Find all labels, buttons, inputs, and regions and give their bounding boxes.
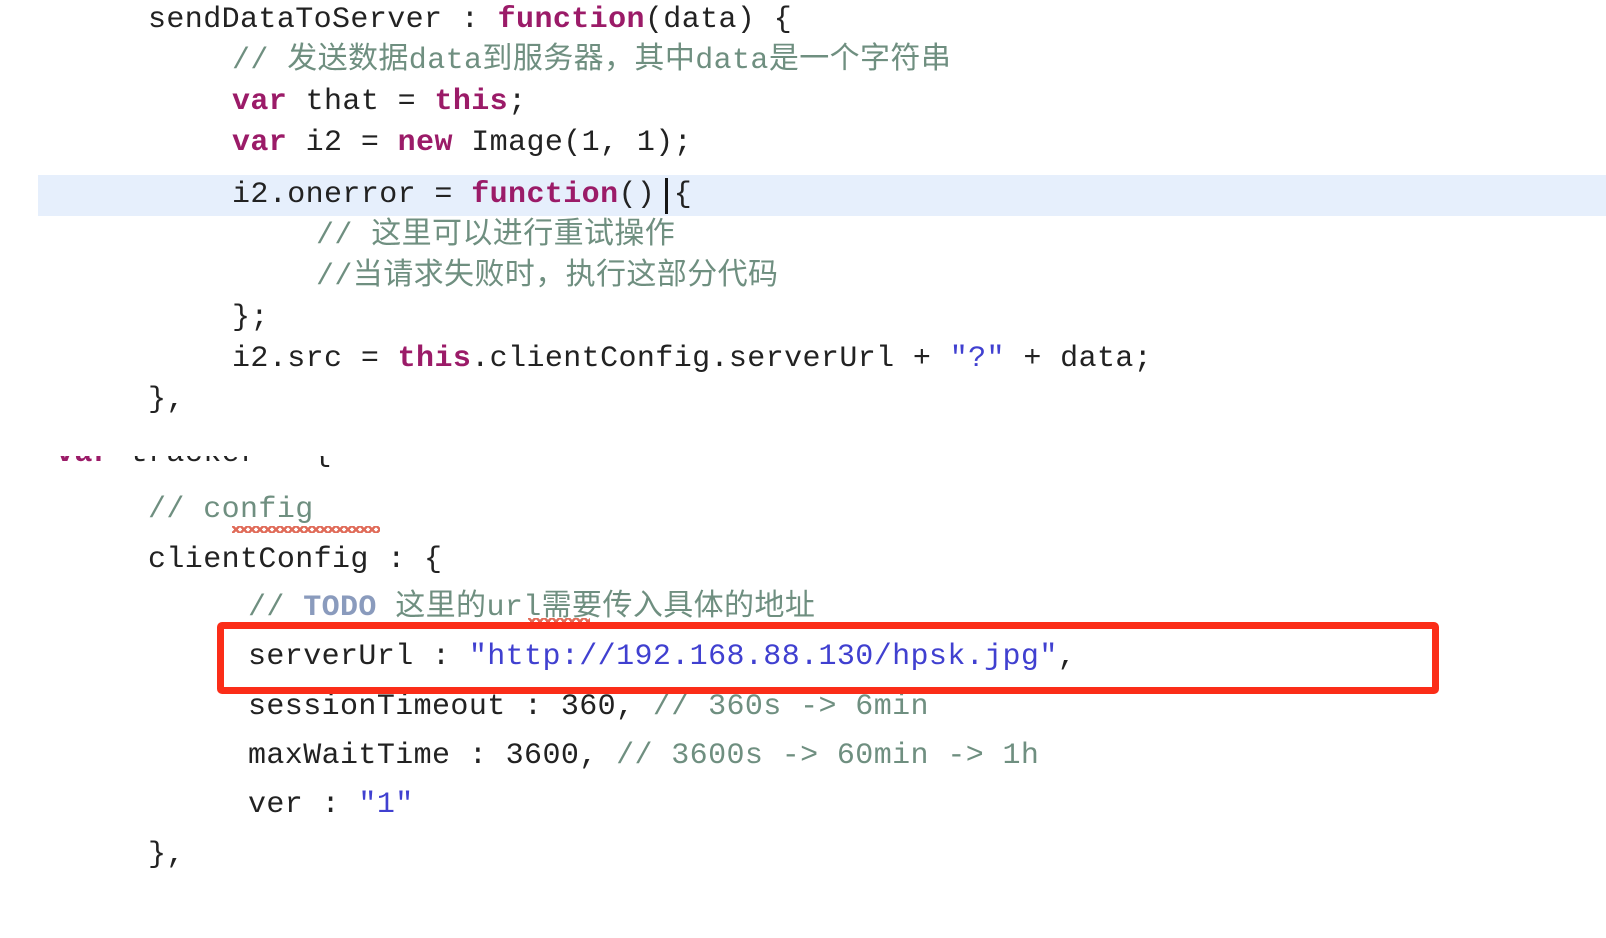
- code-token-comment: // 发送数据data到服务器，其中data是一个字符串: [232, 44, 952, 78]
- code-token-keyword: function: [471, 178, 619, 212]
- code-token-comment: // config: [148, 493, 314, 527]
- code-line[interactable]: i2.src = this.clientConfig.serverUrl + "…: [0, 339, 1606, 380]
- code-token-plain: (data) {: [644, 3, 793, 37]
- code-token-plain: },: [148, 383, 185, 417]
- code-token-string: "1": [358, 788, 414, 822]
- code-token-plain: .clientConfig.serverUrl +: [471, 342, 950, 376]
- code-line[interactable]: // config: [0, 490, 1606, 531]
- code-token-comment: //: [248, 591, 304, 625]
- code-token-plain: ;: [508, 85, 527, 119]
- code-token-comment: // 这里可以进行重试操作: [316, 219, 676, 253]
- code-line[interactable]: sessionTimeout : 360, // 360s -> 6min: [0, 687, 1606, 728]
- code-token-keyword: var: [232, 85, 288, 119]
- squiggle-url-todo: [528, 618, 590, 625]
- code-token-keyword: var: [232, 126, 288, 160]
- code-surface[interactable]: sendDataToServer : function(data) {// 发送…: [0, 0, 1606, 938]
- code-line[interactable]: },: [0, 835, 1606, 876]
- code-line[interactable]: };: [0, 298, 1606, 339]
- code-line[interactable]: // TODO 这里的url需要传入具体的地址: [0, 588, 1606, 629]
- code-token-plain: sendDataToServer :: [148, 3, 498, 37]
- code-token-plain: maxWaitTime : 3600,: [248, 739, 617, 773]
- code-line[interactable]: },: [0, 380, 1606, 421]
- code-token-plain: i2.src =: [232, 342, 398, 376]
- code-token-comment: //当请求失败时，执行这部分代码: [316, 260, 779, 294]
- code-token-keyword: this: [397, 342, 472, 376]
- code-token-plain: Image(1, 1);: [452, 126, 693, 160]
- code-line[interactable]: maxWaitTime : 3600, // 3600s -> 60min ->…: [0, 736, 1606, 777]
- code-token-comment: // 360s -> 6min: [652, 690, 929, 724]
- code-token-plain: sessionTimeout : 360,: [248, 690, 653, 724]
- code-token-plain: ,: [1057, 640, 1077, 674]
- code-line[interactable]: clientConfig : {: [0, 540, 1606, 581]
- code-token-todo: TODO: [303, 591, 377, 625]
- code-token-plain: serverUrl :: [248, 640, 469, 674]
- screenshot-seam-mask: [0, 434, 1606, 456]
- code-token-plain: },: [148, 838, 185, 872]
- code-line[interactable]: i2.onerror = function() {: [0, 175, 1606, 216]
- code-line[interactable]: // 发送数据data到服务器，其中data是一个字符串: [0, 41, 1606, 82]
- code-token-comment: 这里的url需要传入具体的地址: [376, 591, 816, 625]
- code-token-plain: i2 =: [287, 126, 398, 160]
- code-token-keyword: function: [497, 3, 645, 37]
- code-token-string: "http://192.168.88.130/hpsk.jpg": [468, 640, 1058, 674]
- code-token-comment: // 3600s -> 60min -> 1h: [616, 739, 1040, 773]
- text-caret: [665, 178, 668, 214]
- code-token-plain: () {: [618, 178, 693, 212]
- code-token-string: "?": [949, 342, 1005, 376]
- code-line[interactable]: //当请求失败时，执行这部分代码: [0, 257, 1606, 298]
- code-token-keyword: this: [434, 85, 509, 119]
- code-token-plain: ver :: [248, 788, 359, 822]
- code-line[interactable]: ver : "1": [0, 785, 1606, 826]
- code-line[interactable]: // 这里可以进行重试操作: [0, 216, 1606, 257]
- code-line[interactable]: serverUrl : "http://192.168.88.130/hpsk.…: [0, 637, 1606, 678]
- code-token-plain: clientConfig : {: [148, 543, 443, 577]
- code-line[interactable]: var that = this;: [0, 82, 1606, 123]
- code-token-plain: };: [232, 301, 269, 335]
- code-token-plain: i2.onerror =: [232, 178, 472, 212]
- code-editor-viewport[interactable]: sendDataToServer : function(data) {// 发送…: [0, 0, 1606, 938]
- code-line[interactable]: sendDataToServer : function(data) {: [0, 0, 1606, 41]
- squiggle-config: [232, 526, 380, 533]
- code-token-plain: that =: [287, 85, 435, 119]
- code-token-keyword: new: [397, 126, 453, 160]
- code-line[interactable]: var i2 = new Image(1, 1);: [0, 123, 1606, 164]
- code-token-plain: + data;: [1004, 342, 1153, 376]
